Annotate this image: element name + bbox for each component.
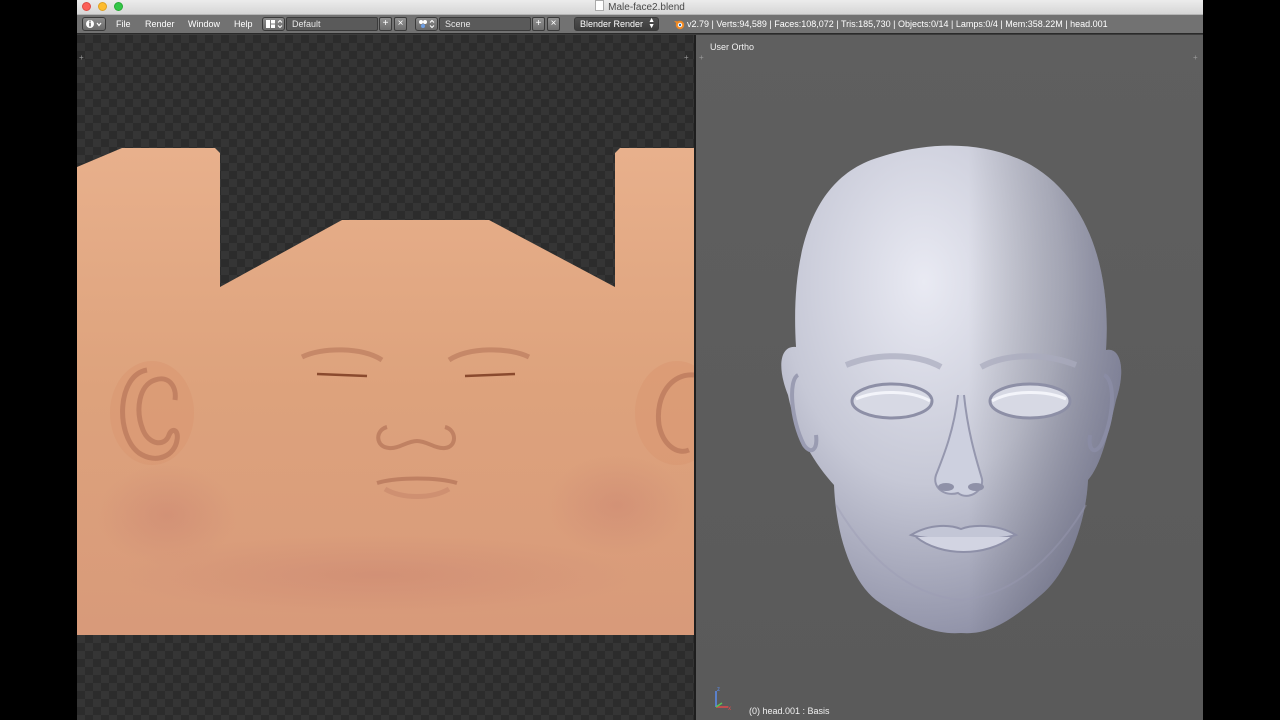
scene-icon [419, 19, 435, 29]
render-engine-value: Blender Render [580, 19, 644, 29]
svg-text:z: z [717, 687, 720, 693]
scene-statistics: v2.79 | Verts:94,589 | Faces:108,072 | T… [687, 19, 1108, 29]
svg-text:x: x [728, 706, 731, 712]
document-icon [595, 0, 605, 11]
window-title: Male-face2.blend [608, 2, 685, 13]
blender-window: Male-face2.blend File Render Window Help… [77, 0, 1203, 720]
screen-layout-field[interactable]: Default [286, 17, 378, 31]
remove-scene-button[interactable]: × [547, 17, 560, 31]
remove-layout-button[interactable]: × [394, 17, 407, 31]
plus-icon: + [535, 18, 542, 29]
menu-window[interactable]: Window [188, 18, 220, 31]
info-icon [86, 20, 102, 28]
title-bar: Male-face2.blend [77, 0, 1203, 15]
uv-image-editor[interactable]: + + [77, 35, 694, 720]
face-texture-image [77, 148, 694, 635]
3d-viewport[interactable]: User Ortho + + z x (0) head.001: Basis [696, 35, 1203, 720]
close-icon: × [397, 18, 404, 29]
menu-help[interactable]: Help [234, 18, 253, 31]
scene-button[interactable] [415, 17, 438, 31]
render-engine-dropdown[interactable]: Blender Render ▲ ▼ [574, 17, 659, 31]
window-title-area: Male-face2.blend [77, 0, 1203, 14]
screen-layout-button[interactable] [262, 17, 285, 31]
left-ear [110, 361, 194, 465]
scene-field[interactable]: Scene [439, 17, 531, 31]
active-object-label: (0) head.001 : Basis [749, 706, 830, 716]
dropdown-arrows-icon: ▲ ▼ [648, 17, 655, 30]
info-header: File Render Window Help Default + × Scen… [77, 15, 1203, 34]
screen-layout-icon [266, 19, 283, 29]
plus-icon: + [382, 18, 389, 29]
add-layout-button[interactable]: + [379, 17, 392, 31]
close-icon: × [550, 18, 557, 29]
axis-gizmo: z x [715, 687, 731, 712]
head-mesh [781, 145, 1122, 634]
menu-render[interactable]: Render [145, 18, 175, 31]
menu-file[interactable]: File [116, 18, 131, 31]
blender-logo-icon [674, 20, 685, 30]
add-scene-button[interactable]: + [532, 17, 545, 31]
head-shape [781, 145, 1122, 634]
editor-type-button[interactable] [82, 17, 106, 31]
